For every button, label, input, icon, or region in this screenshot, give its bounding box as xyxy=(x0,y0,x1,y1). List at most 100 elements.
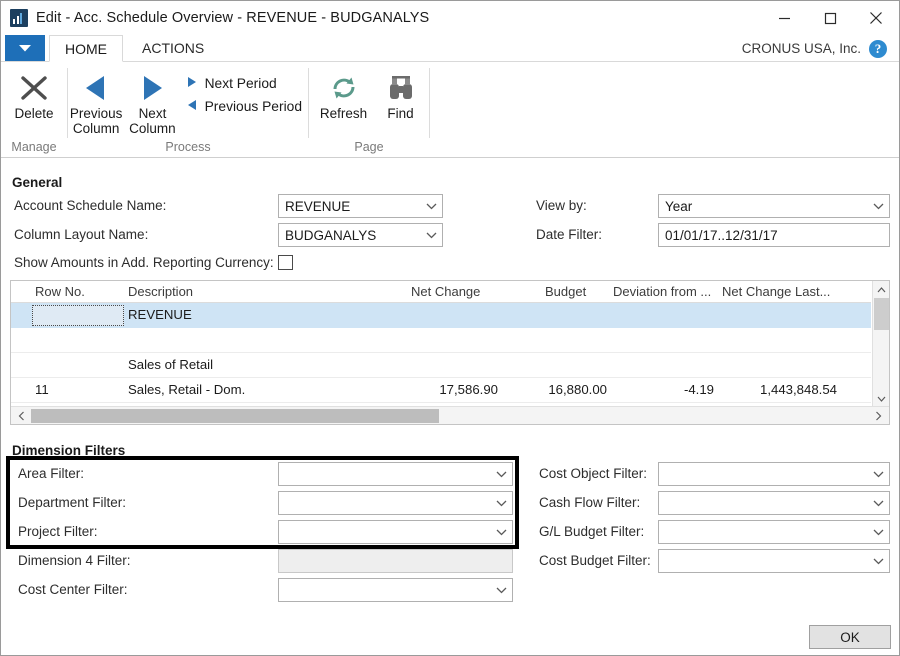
project-filter-label: Project Filter: xyxy=(18,524,98,539)
chevron-down-icon xyxy=(490,529,512,536)
gl-budget-filter-label: G/L Budget Filter: xyxy=(539,524,645,539)
chevron-down-icon xyxy=(867,471,889,478)
tab-actions-label: ACTIONS xyxy=(142,40,205,56)
grid-horizontal-scrollbar[interactable] xyxy=(11,406,889,424)
chevron-down-icon xyxy=(867,203,889,210)
cost-object-filter-input[interactable] xyxy=(658,462,890,486)
chevron-down-icon xyxy=(490,500,512,507)
previous-column-button[interactable]: Previous Column xyxy=(68,68,124,138)
scroll-up-icon[interactable] xyxy=(873,281,889,298)
column-layout-name-input[interactable]: BUDGANALYS xyxy=(278,223,443,247)
cell-row-no: 11 xyxy=(35,382,49,397)
close-icon[interactable] xyxy=(853,1,899,35)
chevron-down-icon xyxy=(867,558,889,565)
ribbon-group-process: Previous Column Next Column Next Period xyxy=(68,62,308,158)
view-by-input[interactable]: Year xyxy=(658,194,890,218)
row-no-focus-cell[interactable] xyxy=(32,305,124,326)
general-heading: General xyxy=(12,175,63,190)
ribbon: Delete Manage Previous Column Next Colum… xyxy=(1,62,899,158)
find-button[interactable]: Find xyxy=(372,68,429,123)
chevron-down-icon xyxy=(420,232,442,239)
ribbon-group-process-label: Process xyxy=(165,140,211,154)
cell-description: Sales, Retail - Dom. xyxy=(128,382,246,397)
next-column-label: Next Column xyxy=(129,106,176,136)
ribbon-divider-3 xyxy=(429,68,430,138)
company-name: CRONUS USA, Inc. xyxy=(741,41,861,56)
chevron-down-icon xyxy=(420,203,442,210)
chevron-down-icon[interactable] xyxy=(5,35,45,61)
table-row[interactable]: 11 Sales, Retail - Dom. 17,586.90 16,880… xyxy=(11,378,871,403)
column-header-deviation[interactable]: Deviation from ... xyxy=(613,284,711,299)
cost-budget-filter-label: Cost Budget Filter: xyxy=(539,553,651,568)
department-filter-input[interactable] xyxy=(278,491,513,515)
previous-period-button[interactable]: Previous Period xyxy=(181,97,308,116)
account-schedule-name-label: Account Schedule Name: xyxy=(14,198,167,213)
cost-center-filter-label: Cost Center Filter: xyxy=(18,582,128,597)
column-header-row-no[interactable]: Row No. xyxy=(35,284,85,299)
previous-period-label: Previous Period xyxy=(204,99,302,114)
dimension-4-filter-label: Dimension 4 Filter: xyxy=(18,553,131,568)
find-label: Find xyxy=(387,106,414,121)
window-title: Edit - Acc. Schedule Overview - REVENUE … xyxy=(36,10,430,26)
ribbon-group-manage-label: Manage xyxy=(11,140,57,154)
next-period-button[interactable]: Next Period xyxy=(181,74,308,93)
grid-header-row: Row No. Description Net Change Budget De… xyxy=(11,281,871,303)
maximize-icon[interactable] xyxy=(807,1,853,35)
column-header-net-change[interactable]: Net Change xyxy=(411,284,480,299)
tab-actions[interactable]: ACTIONS xyxy=(127,35,219,61)
table-row[interactable]: Sales of Retail xyxy=(11,353,871,378)
show-amounts-checkbox[interactable] xyxy=(278,255,293,270)
ribbon-group-page: Refresh Find Page xyxy=(309,62,429,158)
date-filter-input[interactable]: 01/01/17..12/31/17 xyxy=(658,223,890,247)
grid-horizontal-scroll-thumb[interactable] xyxy=(31,409,439,423)
grid-vertical-scrollbar[interactable] xyxy=(872,281,889,407)
left-triangle-small-icon xyxy=(187,99,197,114)
right-triangle-small-icon xyxy=(187,76,197,91)
cost-budget-filter-input[interactable] xyxy=(658,549,890,573)
delete-button[interactable]: Delete xyxy=(1,68,67,123)
cell-net-change-last: 1,443,848.54 xyxy=(759,382,837,397)
grid-vertical-scroll-thumb[interactable] xyxy=(874,298,889,330)
minimize-icon[interactable] xyxy=(761,1,807,35)
cell-description: Sales of Retail xyxy=(128,357,214,372)
table-row[interactable]: REVENUE xyxy=(11,303,871,328)
cell-deviation: -4.19 xyxy=(683,382,714,397)
next-period-label: Next Period xyxy=(204,76,277,91)
view-by-value: Year xyxy=(665,198,693,214)
binoculars-icon xyxy=(386,70,416,106)
chevron-down-icon xyxy=(490,471,512,478)
refresh-label: Refresh xyxy=(319,106,368,121)
project-filter-input[interactable] xyxy=(278,520,513,544)
cell-description: REVENUE xyxy=(128,307,192,322)
dimension-4-filter-input xyxy=(278,549,513,573)
tab-home-label: HOME xyxy=(65,40,107,57)
area-filter-input[interactable] xyxy=(278,462,513,486)
gl-budget-filter-input[interactable] xyxy=(658,520,890,544)
refresh-button[interactable]: Refresh xyxy=(315,68,372,123)
tab-home[interactable]: HOME xyxy=(49,35,123,62)
show-amounts-label: Show Amounts in Add. Reporting Currency: xyxy=(14,255,274,270)
account-schedule-name-input[interactable]: REVENUE xyxy=(278,194,443,218)
column-header-description[interactable]: Description xyxy=(128,284,193,299)
acc-schedule-overview-window: Edit - Acc. Schedule Overview - REVENUE … xyxy=(0,0,900,656)
chevron-down-icon xyxy=(490,587,512,594)
table-row[interactable] xyxy=(11,328,871,353)
column-header-net-change-last[interactable]: Net Change Last... xyxy=(722,284,830,299)
cash-flow-filter-input[interactable] xyxy=(658,491,890,515)
next-column-button[interactable]: Next Column xyxy=(124,68,180,138)
cash-flow-filter-label: Cash Flow Filter: xyxy=(539,495,641,510)
cost-center-filter-input[interactable] xyxy=(278,578,513,602)
scroll-right-icon[interactable] xyxy=(870,407,887,424)
help-icon[interactable]: ? xyxy=(869,40,887,58)
right-triangle-icon xyxy=(136,70,168,106)
column-header-budget[interactable]: Budget xyxy=(545,284,586,299)
refresh-icon xyxy=(329,70,359,106)
area-filter-label: Area Filter: xyxy=(18,466,85,481)
ok-button[interactable]: OK xyxy=(809,625,891,649)
date-filter-label: Date Filter: xyxy=(536,227,603,242)
chevron-down-icon xyxy=(867,500,889,507)
footer-bar xyxy=(1,608,899,655)
scroll-down-icon[interactable] xyxy=(873,390,889,407)
scroll-left-icon[interactable] xyxy=(13,407,30,424)
department-filter-label: Department Filter: xyxy=(18,495,127,510)
